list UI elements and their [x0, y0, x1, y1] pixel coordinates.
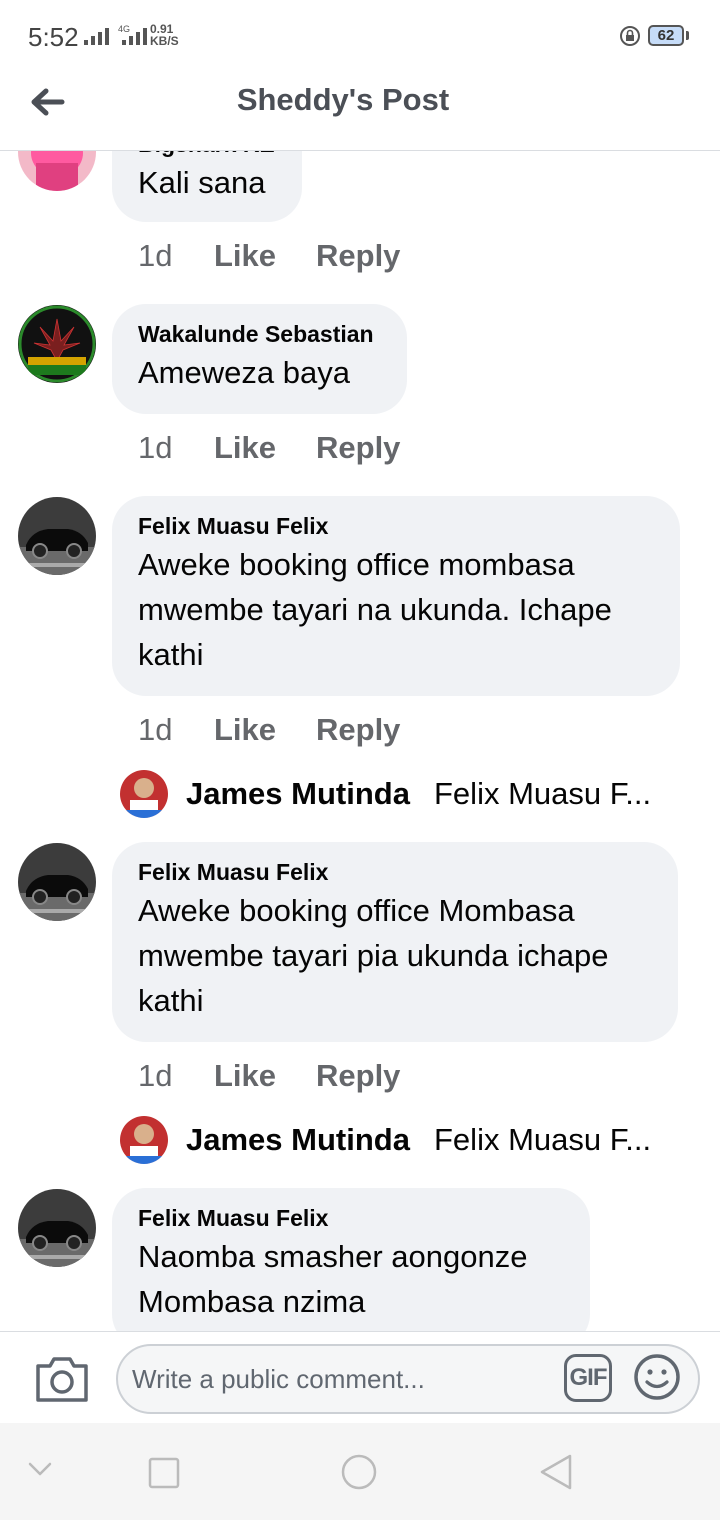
signal-icon-2	[122, 28, 147, 45]
reply-button[interactable]: Reply	[316, 238, 400, 274]
battery-level: 62	[657, 27, 675, 44]
reply-button[interactable]: Reply	[316, 1058, 400, 1094]
comment-composer: Write a public comment... GIF	[0, 1331, 720, 1424]
reply-preview[interactable]: James Mutinda Felix Muasu F...	[120, 770, 680, 820]
like-button[interactable]: Like	[214, 238, 276, 274]
status-bar: 5:52 4G 0.91 KB/S 62	[0, 0, 720, 72]
reply-avatar	[120, 770, 168, 818]
comment-bubble[interactable]: Wakalunde Sebastian Ameweza baya	[112, 304, 407, 414]
like-button[interactable]: Like	[214, 430, 276, 466]
car-photo-icon	[18, 1189, 96, 1267]
recent-apps-icon[interactable]	[148, 1457, 180, 1489]
person-photo-icon	[18, 150, 96, 191]
comment-bubble[interactable]: Felix Muasu Felix Naomba smasher aongonz…	[112, 1188, 590, 1331]
reply-author[interactable]: James Mutinda	[186, 776, 410, 812]
person-photo-icon	[120, 770, 168, 818]
emoji-icon[interactable]	[632, 1352, 682, 1402]
comment-text: Aweke booking office mombasa mwembe taya…	[138, 547, 612, 672]
reply-snippet: Felix Muasu F...	[434, 1122, 652, 1157]
comments-list[interactable]: Bigshark KE Kali sana 1d Like Reply Waka…	[0, 150, 720, 1331]
comment-author[interactable]: Wakalunde Sebastian	[138, 318, 381, 350]
avatar[interactable]	[18, 150, 96, 191]
reply-snippet: Felix Muasu F...	[434, 776, 652, 811]
page-title: Sheddy's Post	[236, 82, 450, 117]
comment-time: 1d	[138, 712, 173, 747]
reply-avatar	[120, 1116, 168, 1164]
status-time: 5:52	[28, 22, 79, 52]
system-nav-bar	[0, 1423, 720, 1520]
comment-text: Kali sana	[138, 165, 266, 200]
camera-icon[interactable]	[34, 1354, 90, 1404]
battery-tip	[686, 31, 689, 40]
avatar[interactable]	[18, 843, 96, 921]
comment-input-placeholder: Write a public comment...	[132, 1364, 425, 1394]
speed-unit: KB/S	[150, 34, 179, 48]
comment-author[interactable]: Bigshark KE	[138, 150, 276, 160]
avatar[interactable]	[18, 497, 96, 575]
back-triangle-icon[interactable]	[538, 1453, 574, 1491]
comment-input[interactable]: Write a public comment... GIF	[116, 1344, 700, 1414]
comment-bubble[interactable]: Bigshark KE Kali sana	[112, 150, 302, 222]
reply-preview[interactable]: James Mutinda Felix Muasu F...	[120, 1116, 680, 1166]
like-button[interactable]: Like	[214, 1058, 276, 1094]
comment-time: 1d	[138, 430, 173, 465]
comment-text: Aweke booking office Mombasa mwembe taya…	[138, 893, 609, 1018]
battery-icon: 62	[648, 25, 684, 46]
gif-button[interactable]: GIF	[564, 1354, 612, 1402]
comment-author[interactable]: Felix Muasu Felix	[138, 1202, 564, 1234]
comment-bubble[interactable]: Felix Muasu Felix Aweke booking office m…	[112, 496, 680, 696]
comment-author[interactable]: Felix Muasu Felix	[138, 510, 654, 542]
person-photo-icon	[120, 1116, 168, 1164]
reply-button[interactable]: Reply	[316, 712, 400, 748]
leaf-emblem-icon	[18, 305, 96, 383]
reply-author[interactable]: James Mutinda	[186, 1122, 410, 1158]
avatar[interactable]	[18, 305, 96, 383]
reply-button[interactable]: Reply	[316, 430, 400, 466]
car-photo-icon	[18, 497, 96, 575]
signal-icon	[84, 28, 109, 45]
comment-text: Naomba smasher aongonze Mombasa nzima	[138, 1239, 528, 1319]
home-icon[interactable]	[340, 1453, 378, 1491]
comment-bubble[interactable]: Felix Muasu Felix Aweke booking office M…	[112, 842, 678, 1042]
car-photo-icon	[18, 843, 96, 921]
comment-author[interactable]: Felix Muasu Felix	[138, 856, 652, 888]
network-speed: 0.91 KB/S	[150, 23, 179, 47]
avatar[interactable]	[18, 1189, 96, 1267]
chevron-down-icon[interactable]	[28, 1461, 52, 1477]
comment-time: 1d	[138, 1058, 173, 1093]
comment-time: 1d	[138, 238, 173, 273]
comment-text: Ameweza baya	[138, 355, 350, 390]
rotation-lock-icon	[620, 26, 640, 46]
header: Sheddy's Post	[0, 72, 720, 151]
like-button[interactable]: Like	[214, 712, 276, 748]
